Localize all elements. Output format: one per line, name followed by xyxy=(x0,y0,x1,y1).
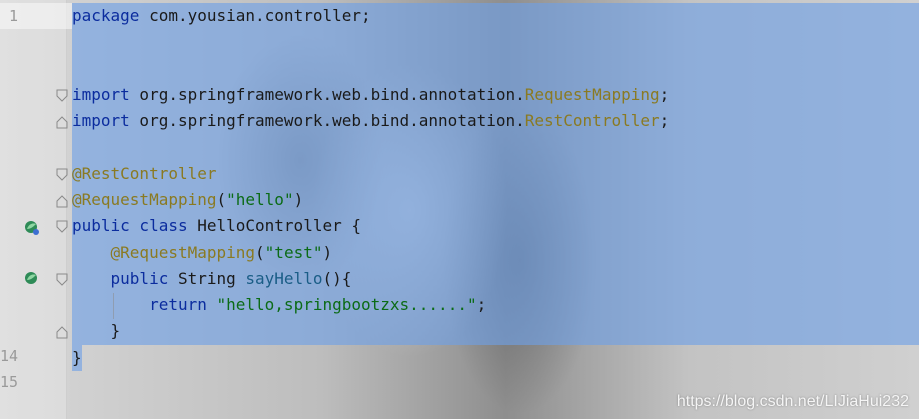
code-token: com.yousian.controller; xyxy=(139,6,371,25)
watermark-text: https://blog.csdn.net/LIJiaHui232 xyxy=(676,393,909,410)
code-token: ( xyxy=(255,243,265,262)
code-token: ; xyxy=(659,111,670,130)
code-token: public class xyxy=(72,216,188,235)
fold-close-icon[interactable] xyxy=(56,115,68,129)
code-token: package xyxy=(72,6,140,25)
code-token: (){ xyxy=(322,269,352,288)
code-line-request-mapping-hello[interactable]: @RequestMapping("hello") xyxy=(72,187,303,213)
code-token: } xyxy=(72,321,121,340)
fold-open-icon[interactable] xyxy=(56,273,68,287)
code-token: ; xyxy=(476,295,487,314)
fold-close-icon[interactable] xyxy=(56,325,68,339)
code-token: ) xyxy=(293,190,304,209)
code-token: import xyxy=(72,111,130,130)
code-line-request-mapping-test[interactable]: @RequestMapping("test") xyxy=(72,240,333,266)
code-line-class-close-brace[interactable]: } xyxy=(72,345,82,371)
line-number-14: 14 xyxy=(0,347,19,365)
code-token: import xyxy=(72,85,130,104)
code-token: org.springframework.web.bind.annotation. xyxy=(129,111,525,130)
code-token: "test" xyxy=(264,243,323,262)
code-line-class-declaration[interactable]: public class HelloController { xyxy=(72,213,361,239)
spring-request-mapping-icon[interactable] xyxy=(24,271,40,287)
fold-open-icon[interactable] xyxy=(56,194,68,208)
code-line-method-close-brace[interactable]: } xyxy=(72,318,121,344)
code-token: public xyxy=(110,269,169,288)
code-token: "hello" xyxy=(226,190,294,209)
code-token: @RequestMapping xyxy=(72,190,217,209)
fold-open-icon[interactable] xyxy=(56,168,68,182)
code-token: @RestController xyxy=(72,164,217,183)
spring-bean-class-icon[interactable] xyxy=(24,220,40,236)
code-line-return-statement[interactable]: return "hello,springbootzxs......"; xyxy=(72,292,486,318)
code-token: @RequestMapping xyxy=(110,243,256,262)
code-token: org.springframework.web.bind.annotation. xyxy=(129,85,525,104)
code-line-import-rest-controller[interactable]: import org.springframework.web.bind.anno… xyxy=(72,108,669,134)
code-line-package[interactable]: package com.yousian.controller; xyxy=(72,3,371,29)
code-token: ( xyxy=(216,190,227,209)
line-number-1: 1 xyxy=(8,7,18,25)
code-token: HelloController { xyxy=(187,216,361,235)
code-token: String xyxy=(168,269,246,288)
fold-open-icon[interactable] xyxy=(56,220,68,234)
line-number-15: 15 xyxy=(0,373,19,391)
code-token: "hello,springbootzxs......" xyxy=(216,295,477,314)
code-line-method-declaration[interactable]: public String sayHello(){ xyxy=(72,266,352,292)
code-token: ) xyxy=(322,243,333,262)
code-line-rest-controller-annotation[interactable]: @RestController xyxy=(72,161,217,187)
fold-open-icon[interactable] xyxy=(56,89,68,103)
code-line-import-request-mapping[interactable]: import org.springframework.web.bind.anno… xyxy=(72,82,669,108)
code-token: sayHello xyxy=(245,269,323,288)
code-token: } xyxy=(72,348,82,367)
code-token: return xyxy=(149,295,207,314)
indent-guide xyxy=(113,293,114,319)
code-token: RequestMapping xyxy=(524,85,660,104)
code-token: ; xyxy=(659,85,670,104)
code-token: RestController xyxy=(524,111,660,130)
